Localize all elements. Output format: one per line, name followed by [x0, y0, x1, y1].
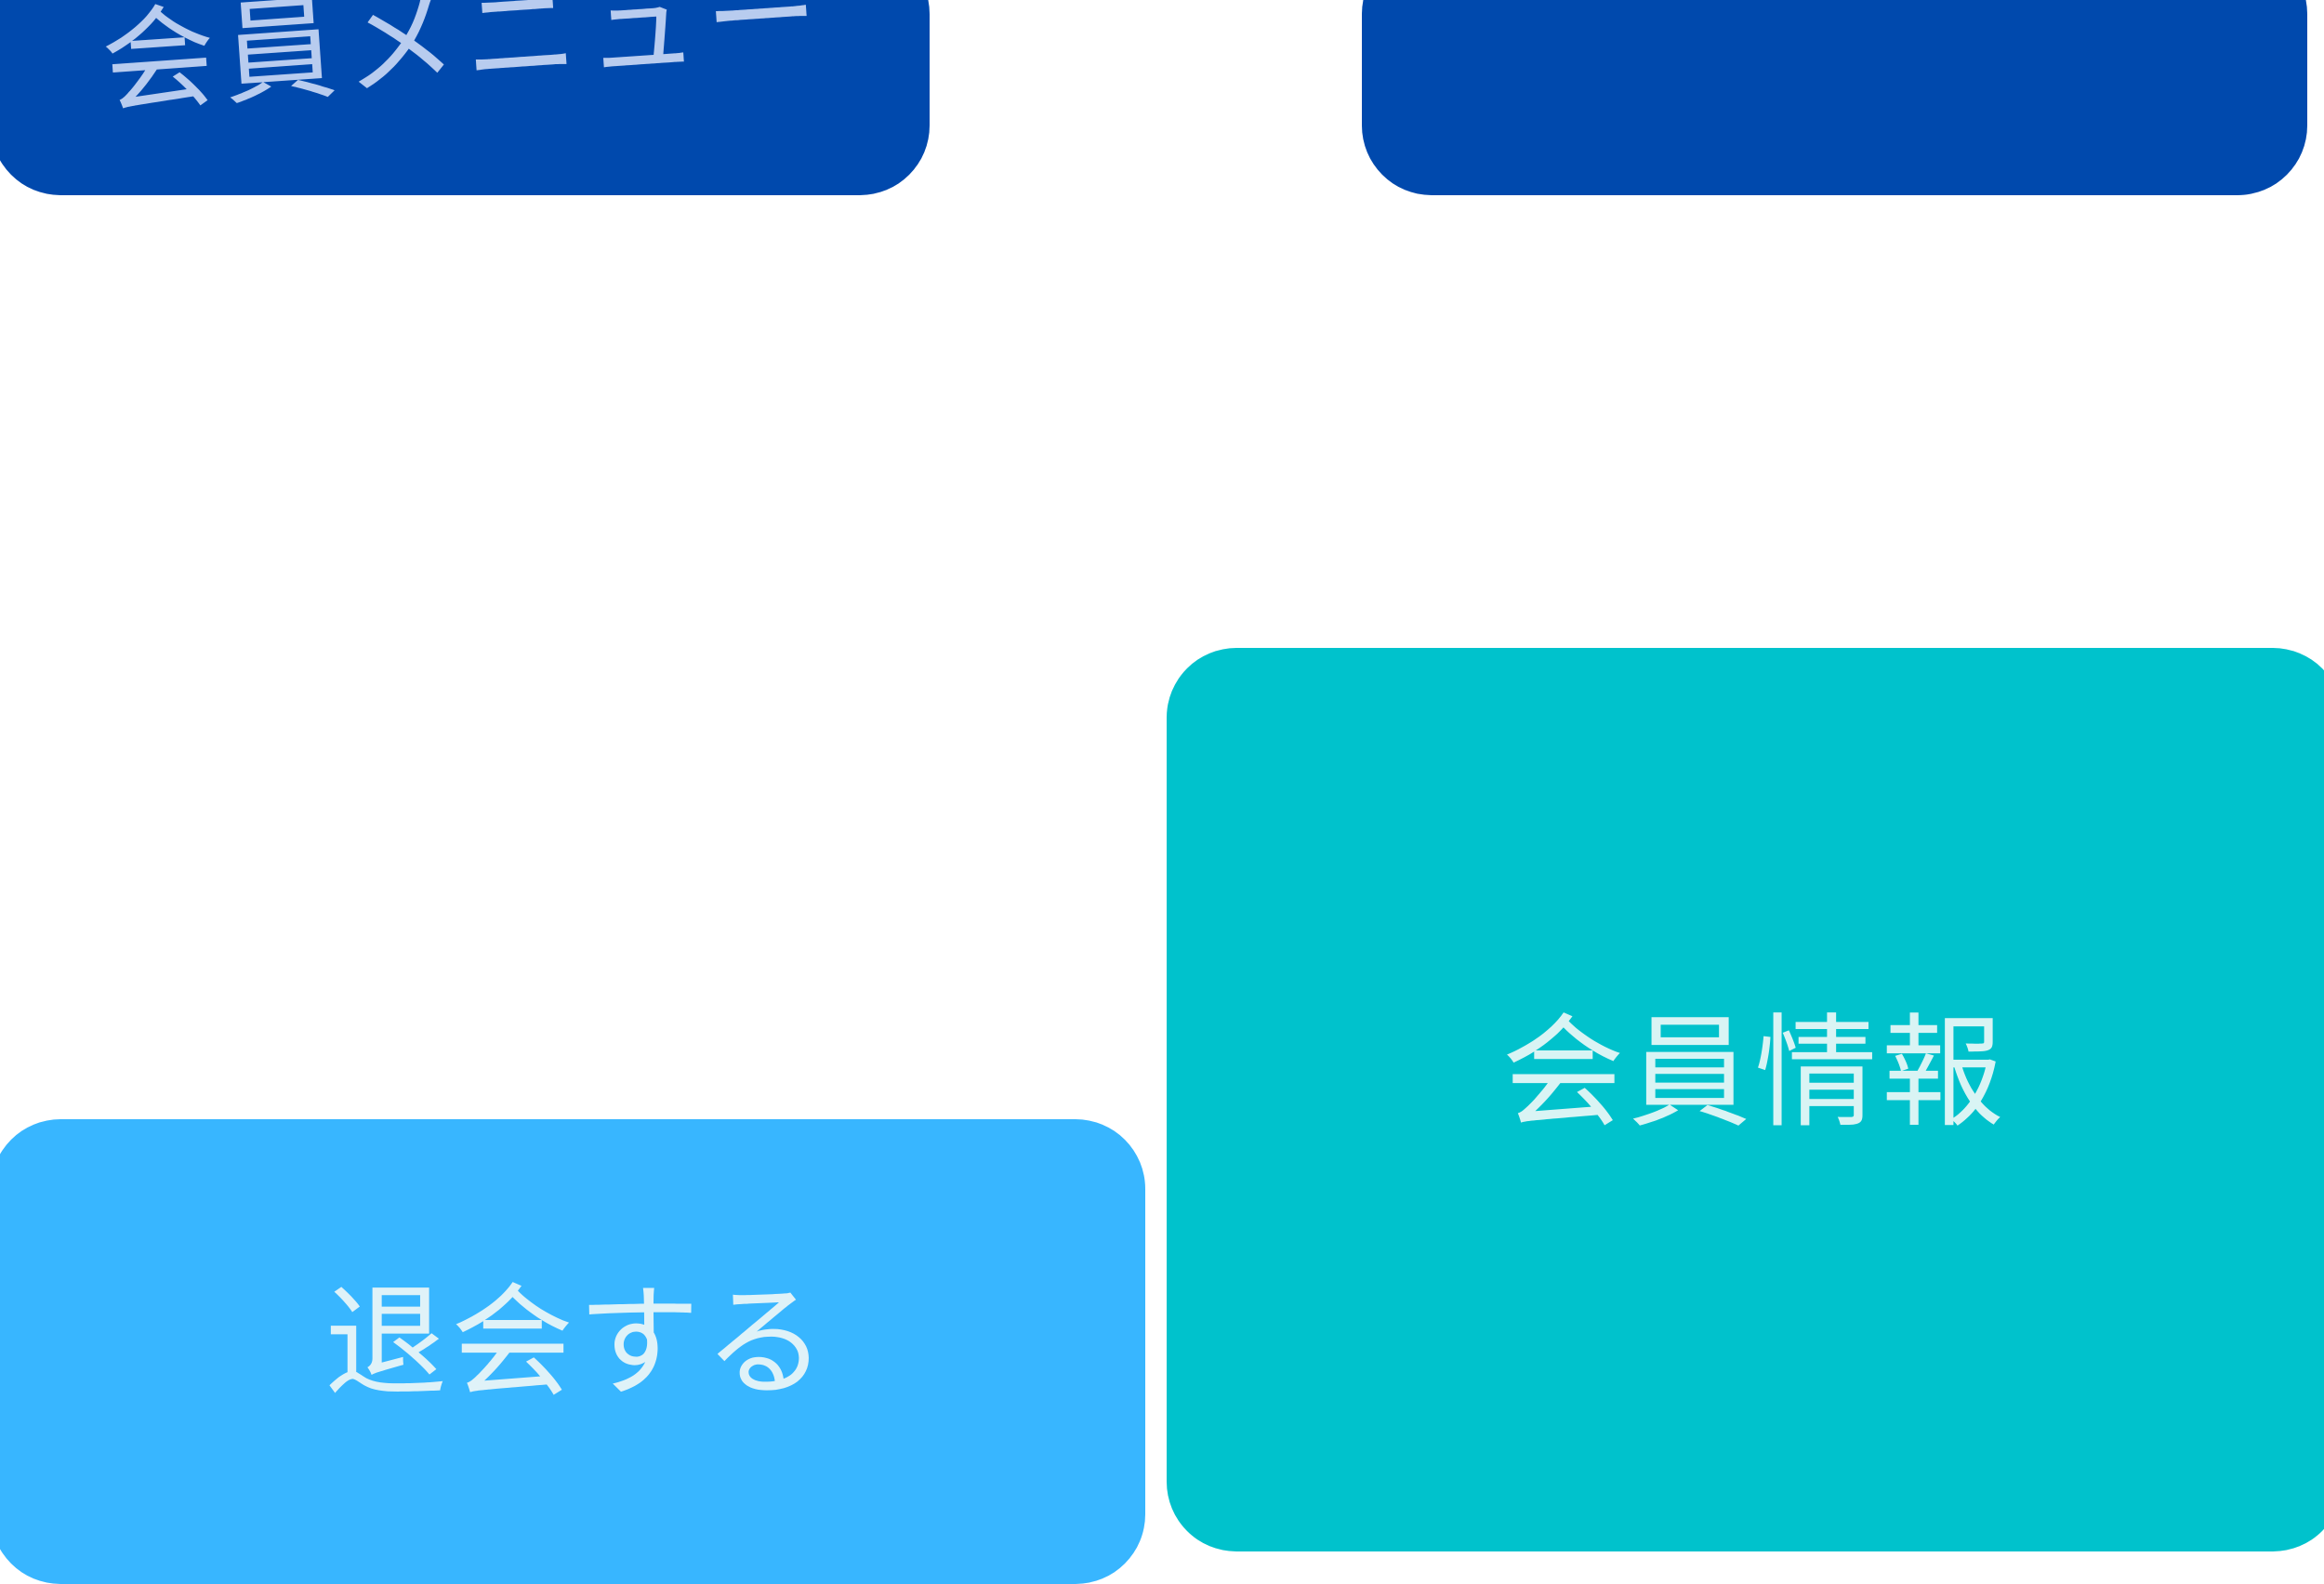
member-info-button[interactable]: 会員情報 [1167, 648, 2324, 1551]
withdraw-button[interactable]: 退会する [0, 1119, 1145, 1584]
member-menu-title: 会員メニュー [98, 0, 831, 130]
member-info-label: 会員情報 [1501, 1002, 2008, 1145]
withdraw-label: 退会する [324, 1272, 830, 1415]
top-right-header-bar [1362, 0, 2307, 195]
member-menu-header: 会員メニュー [0, 0, 930, 195]
